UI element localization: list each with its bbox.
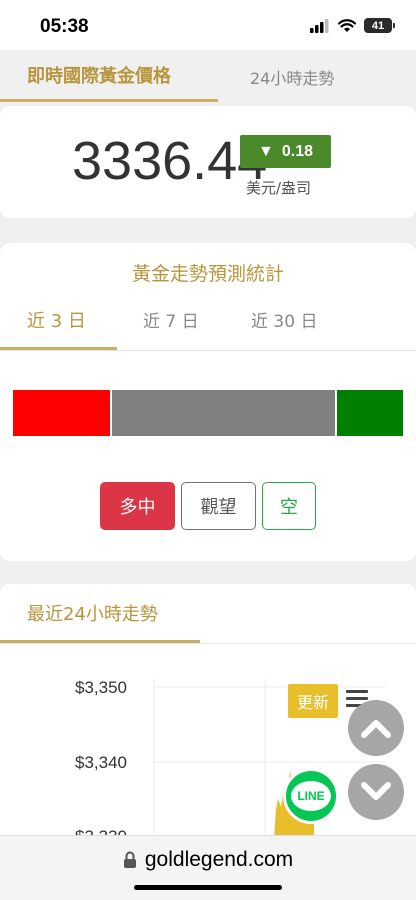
trend-title: 最近24小時走勢 <box>27 604 158 625</box>
distribution-neutral-segment <box>111 390 336 436</box>
y-tick-label: $3,350 <box>75 678 127 697</box>
forecast-divider <box>0 350 416 351</box>
wait-button[interactable]: 觀望 <box>181 482 256 530</box>
tab-3-days[interactable]: 近 3 日 <box>27 307 86 333</box>
url-text[interactable]: goldlegend.com <box>145 848 293 872</box>
battery-icon: 41 <box>364 18 395 33</box>
lock-icon <box>123 851 136 868</box>
short-button[interactable]: 空 <box>262 482 316 530</box>
tab-24h-trend[interactable]: 24小時走勢 <box>250 65 334 89</box>
forecast-card: 黃金走勢預測統計 近 3 日 近 7 日 近 30 日 多中 觀望 空 <box>0 243 416 561</box>
update-button[interactable]: 更新 <box>288 684 338 718</box>
price-change-badge: ▼ 0.18 <box>240 135 331 168</box>
tab-7-days[interactable]: 近 7 日 <box>143 307 199 332</box>
scroll-down-button[interactable] <box>348 764 404 820</box>
y-tick-label: $3,340 <box>75 753 127 772</box>
price-card: 3336.44 <box>0 106 416 218</box>
status-bar: 05:38 41 <box>0 0 416 50</box>
scroll-up-button[interactable] <box>348 700 404 756</box>
status-icons: 41 <box>310 18 395 33</box>
tab-active-underline <box>0 99 218 102</box>
price-change-value: 0.18 <box>281 142 313 160</box>
distribution-short-segment <box>337 390 403 436</box>
forecast-title: 黃金走勢預測統計 <box>131 263 284 285</box>
long-button[interactable]: 多中 <box>100 482 175 530</box>
trend-divider <box>0 643 416 644</box>
chevron-up-icon <box>361 720 391 738</box>
status-time: 05:38 <box>40 16 89 37</box>
chevron-down-icon <box>361 782 391 800</box>
top-tabs: 即時國際黃金價格 24小時走勢 <box>0 50 416 102</box>
distribution-long-segment <box>13 390 110 436</box>
line-icon: LINE <box>291 781 331 811</box>
wifi-icon <box>338 18 356 32</box>
down-arrow-icon: ▼ <box>258 142 274 160</box>
tab-realtime-price[interactable]: 即時國際黃金價格 <box>27 62 171 88</box>
forecast-distribution-bar <box>13 390 403 436</box>
gold-price: 3336.44 <box>72 131 268 191</box>
home-indicator <box>134 885 282 890</box>
price-unit: 美元/盎司 <box>246 179 312 197</box>
line-share-button[interactable]: LINE <box>283 768 339 824</box>
tab-30-days[interactable]: 近 30 日 <box>251 307 317 332</box>
browser-address-bar[interactable]: goldlegend.com <box>0 835 416 900</box>
url-container[interactable]: goldlegend.com <box>0 848 416 872</box>
cellular-signal-icon <box>310 18 329 33</box>
